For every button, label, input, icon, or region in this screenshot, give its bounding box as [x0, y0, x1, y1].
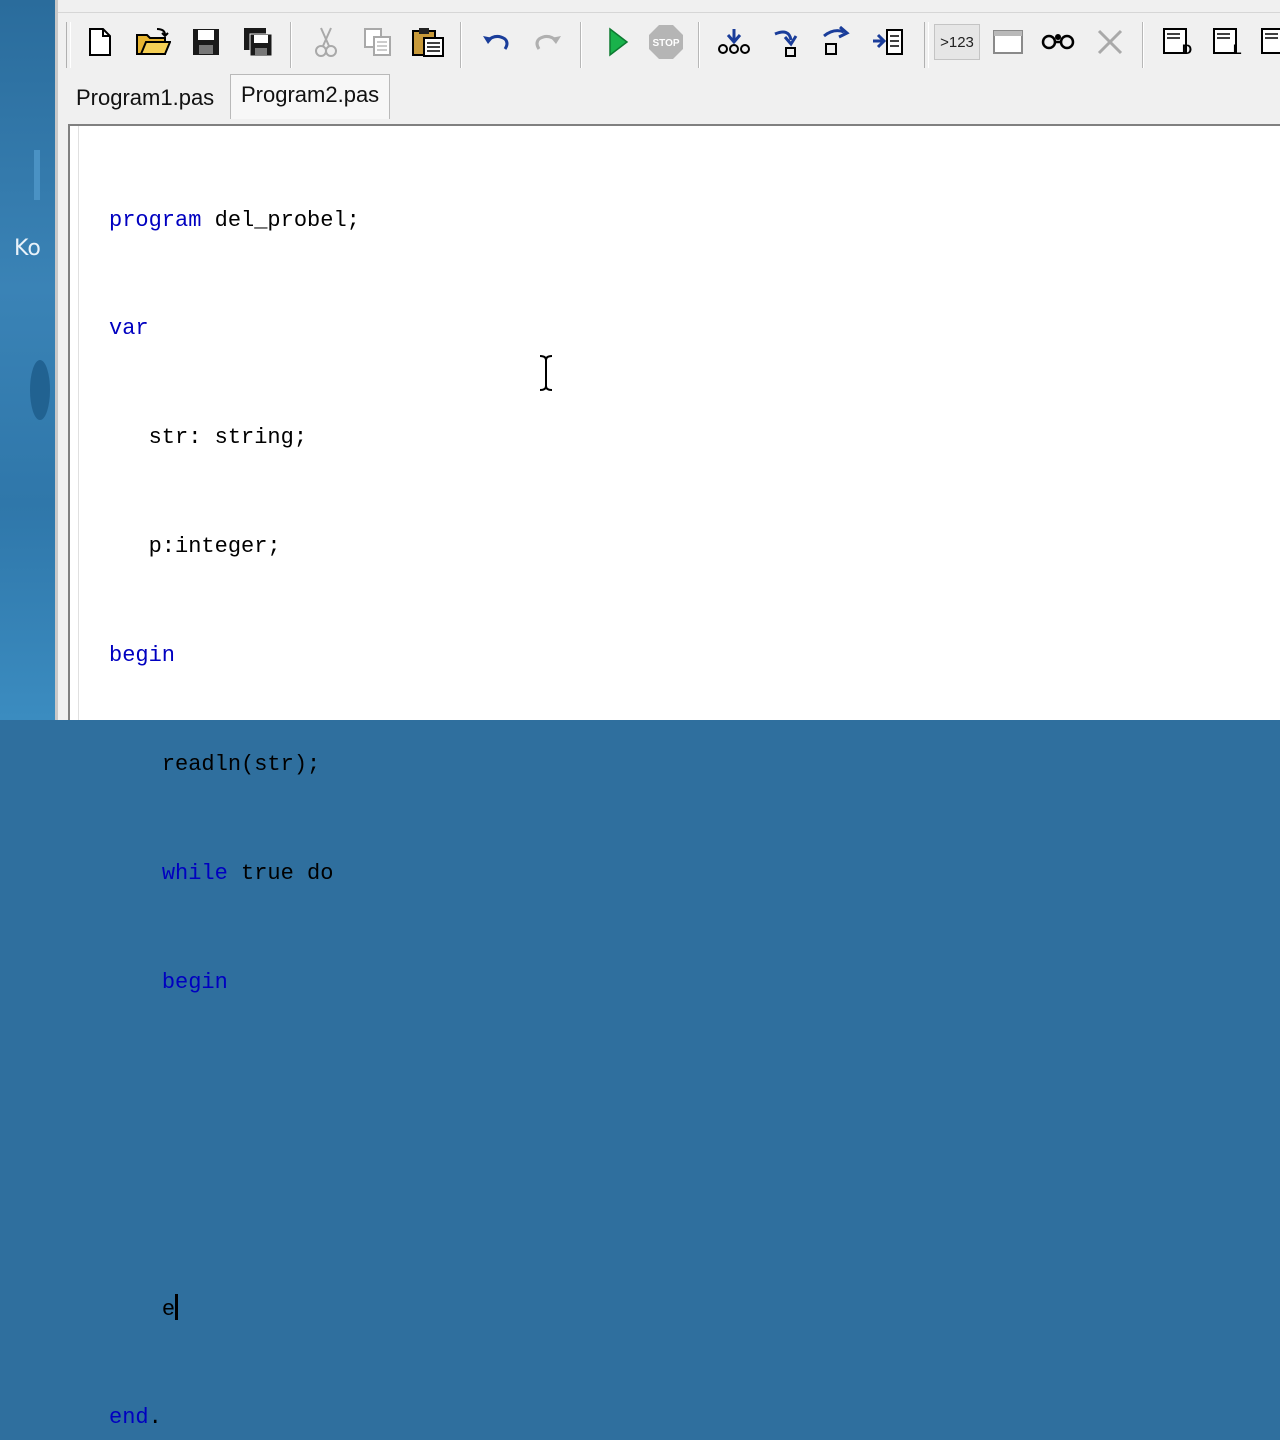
editor-text-area[interactable]: program del_probel; var str: string; p:i… — [78, 126, 1280, 1430]
keyword: program — [109, 207, 202, 233]
save-all-button[interactable] — [238, 24, 278, 60]
run-to-cursor-icon — [873, 29, 903, 55]
step-over-icon — [774, 30, 798, 57]
editor-tabs: Program1.pas Program2.pas — [58, 74, 1280, 120]
toolbar-separator — [698, 22, 699, 68]
cut-button[interactable] — [306, 24, 346, 60]
run-icon — [609, 27, 629, 57]
toolbar-separator — [580, 22, 581, 68]
debug-d-button[interactable]: D — [1158, 24, 1198, 60]
debug-more-button[interactable] — [1258, 24, 1280, 60]
keyword: var — [109, 316, 149, 342]
code-line: var — [109, 311, 360, 347]
tab-program1[interactable]: Program1.pas — [66, 78, 224, 118]
window-icon — [993, 30, 1023, 54]
code-line: begin — [109, 965, 360, 1001]
watch-button[interactable] — [1038, 24, 1078, 60]
code-line: e — [109, 1292, 360, 1328]
paste-button[interactable] — [408, 24, 448, 60]
redo-icon — [535, 34, 561, 50]
desktop-icon-label: Ko — [14, 236, 41, 261]
step-into-button[interactable] — [714, 24, 754, 60]
clear-button[interactable] — [1090, 24, 1130, 60]
undo-icon — [483, 34, 509, 50]
code-line: end. — [109, 1405, 162, 1431]
toolbar-grip[interactable] — [924, 22, 929, 68]
debug-d-icon: D — [1163, 28, 1192, 57]
new-file-button[interactable] — [80, 24, 120, 60]
step-out-button[interactable] — [816, 24, 856, 60]
save-icon — [193, 29, 219, 55]
keyword: while — [161, 860, 228, 886]
open-folder-icon — [136, 28, 171, 55]
code-editor[interactable]: program del_probel; var str: string; p:i… — [68, 124, 1280, 1430]
tab-program2[interactable]: Program2.pas — [230, 74, 391, 119]
code-line: program del_probel; — [109, 207, 360, 233]
debug-more-icon — [1261, 28, 1280, 54]
undo-button[interactable] — [476, 24, 516, 60]
code-line: while true do — [161, 860, 334, 886]
i-beam-cursor-icon — [539, 354, 553, 392]
step-into-icon — [718, 29, 750, 54]
copy-button[interactable] — [358, 24, 398, 60]
keyword: begin — [161, 969, 228, 995]
code-line: str: string; — [148, 425, 308, 451]
desktop-decoration — [34, 150, 40, 200]
desktop-background: Ko — [0, 0, 58, 720]
text-caret — [175, 1293, 179, 1320]
menu-strip — [58, 0, 1280, 13]
code-text[interactable]: program del_probel; var str: string; p:i… — [109, 130, 360, 1440]
save-button[interactable] — [186, 24, 226, 60]
keyword: begin — [109, 643, 176, 669]
step-over-button[interactable] — [766, 24, 806, 60]
svg-text:D: D — [1182, 41, 1192, 57]
new-file-icon — [89, 28, 111, 56]
code-line: readln(str); — [161, 752, 321, 778]
paste-icon — [412, 28, 444, 57]
debug-l-icon: L — [1213, 28, 1242, 57]
toolbar-separator — [1142, 22, 1143, 68]
evaluate-button[interactable]: >123 — [934, 24, 980, 60]
run-to-cursor-button[interactable] — [868, 24, 908, 60]
step-out-icon — [823, 26, 850, 55]
watch-icon — [1041, 34, 1075, 50]
code-line: begin — [109, 638, 360, 674]
desktop-decoration — [30, 360, 50, 420]
code-line: p:integer; — [148, 534, 281, 560]
svg-text:L: L — [1233, 41, 1242, 57]
save-all-icon — [244, 28, 273, 57]
ide-window: STOP >123 D L Program1.pas Program2.pas … — [55, 0, 1280, 1430]
toolbar-separator — [460, 22, 461, 68]
stop-label: STOP — [652, 38, 679, 49]
cut-icon — [315, 27, 337, 57]
toolbar-grip[interactable] — [66, 22, 71, 68]
toolbar: STOP >123 D L — [58, 14, 1280, 70]
stop-icon: STOP — [649, 25, 683, 59]
open-file-button[interactable] — [133, 24, 173, 60]
redo-button[interactable] — [528, 24, 568, 60]
evaluate-icon: >123 — [940, 33, 974, 51]
clear-icon — [1097, 29, 1123, 55]
toolbar-separator — [290, 22, 291, 68]
debug-l-button[interactable]: L — [1208, 24, 1248, 60]
output-window-button[interactable] — [988, 24, 1028, 60]
keyword: end — [109, 1405, 149, 1431]
stop-button[interactable]: STOP — [646, 24, 686, 60]
copy-icon — [364, 28, 391, 56]
run-button[interactable] — [598, 24, 638, 60]
